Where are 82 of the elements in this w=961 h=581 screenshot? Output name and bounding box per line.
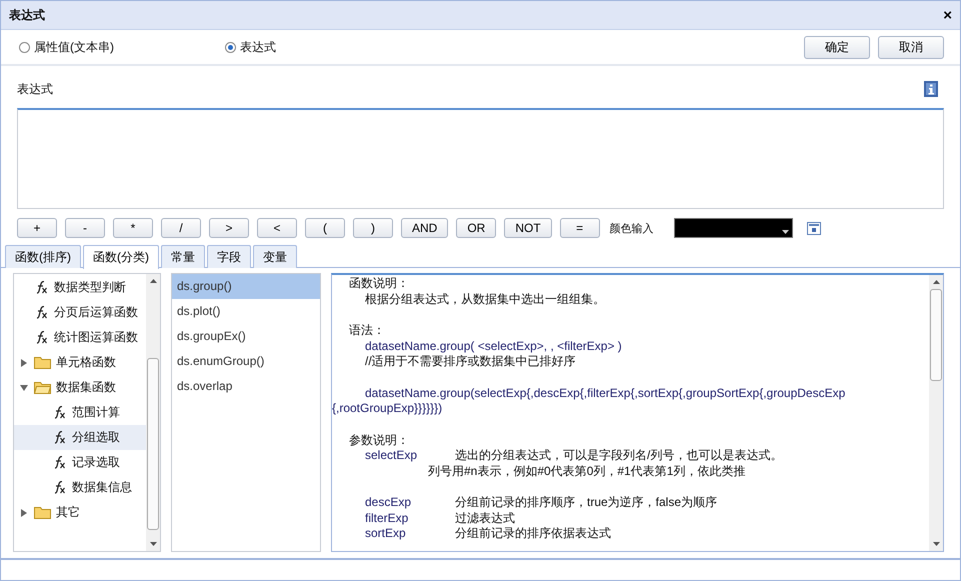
doc-heading: 语法：: [348, 323, 386, 338]
operator-button[interactable]: <: [257, 218, 297, 238]
function-icon: [34, 331, 49, 344]
tree-item[interactable]: 数据集函数: [14, 375, 146, 400]
collapsed-arrow-icon[interactable]: [20, 358, 28, 366]
doc-heading: 参数说明：: [348, 432, 410, 448]
scrollbar[interactable]: [146, 274, 160, 551]
function-icon: [52, 406, 67, 419]
radio-label[interactable]: 属性值(文本串): [34, 38, 114, 56]
tree-item[interactable]: 分组选取: [14, 425, 146, 450]
function-item[interactable]: ds.plot(): [172, 299, 320, 324]
operator-button[interactable]: (: [305, 218, 345, 238]
expression-input[interactable]: [17, 108, 944, 209]
operator-button[interactable]: =: [560, 218, 600, 238]
function-item[interactable]: ds.overlap: [172, 374, 320, 399]
operator-button[interactable]: -: [65, 218, 105, 238]
tree-item[interactable]: 数据集信息: [14, 475, 146, 500]
expression-label: 表达式: [17, 80, 53, 98]
window-title: 表达式: [9, 6, 45, 24]
function-icon: [34, 281, 49, 294]
param-desc: 选出的分组表达式，可以是字段列名/列号，也可以是表达式。: [455, 448, 782, 464]
tab[interactable]: 函数(分类): [83, 245, 159, 269]
param-name: filterExp: [365, 510, 410, 526]
radio-button[interactable]: [225, 42, 236, 52]
param-desc: 列号用#n表示，例如#0代表第0列，#1代表第1列，依此类推: [427, 464, 746, 479]
folder-icon: [34, 506, 51, 519]
tree-item[interactable]: 单元格函数: [14, 350, 146, 375]
palette-grid-icon[interactable]: [806, 222, 821, 234]
doc-code: datasetName.group(selectExp{,descExp{,filterExp{,sortExp{,groupSortExp{,groupDescExp {,rootGroupExp}}}}}}): [332, 386, 846, 416]
param-desc: 分组前记录的排序依据表达式: [455, 526, 611, 542]
scroll-down-arrow-icon[interactable]: [150, 542, 156, 546]
tree-item[interactable]: 记录选取: [14, 450, 146, 475]
tree-item[interactable]: 范围计算: [14, 400, 146, 425]
function-item[interactable]: ds.groupEx(): [172, 324, 320, 349]
tree-item[interactable]: 统计图运算函数: [14, 325, 146, 350]
param-name: selectExp: [365, 448, 418, 464]
function-icon: [52, 456, 67, 469]
operator-button[interactable]: >: [209, 218, 249, 238]
function-item[interactable]: ds.group(): [172, 274, 320, 299]
operator-button[interactable]: OR: [456, 218, 496, 238]
doc-text: //适用于不需要排序或数据集中已排好序: [364, 354, 577, 370]
operator-button[interactable]: +: [17, 218, 57, 238]
color-dropdown[interactable]: [674, 218, 793, 238]
folder-icon: [34, 356, 51, 369]
tab[interactable]: 函数(排序): [5, 245, 81, 268]
tree-item[interactable]: 其它: [14, 500, 146, 525]
tab[interactable]: 字段: [207, 245, 251, 268]
operator-button[interactable]: ): [353, 218, 393, 238]
function-icon: [34, 306, 49, 319]
doc-text: 根据分组表达式，从数据集中选出一组组集。: [364, 292, 606, 307]
doc-code: datasetName.group( <selectExp>, , <filterExp> ): [364, 338, 623, 354]
doc-heading: 函数说明：: [348, 276, 410, 292]
param-name: descExp: [365, 495, 412, 510]
tab[interactable]: 常量: [161, 245, 205, 268]
expanded-arrow-icon[interactable]: [20, 384, 28, 392]
scrollbar[interactable]: [929, 275, 943, 551]
operator-button[interactable]: *: [113, 218, 153, 238]
function-item[interactable]: ds.enumGroup(): [172, 349, 320, 374]
function-icon: [52, 431, 67, 444]
function-icon: [52, 481, 67, 494]
info-icon[interactable]: [924, 81, 938, 97]
folder-icon: [34, 381, 51, 394]
close-button[interactable]: ×: [941, 6, 954, 24]
operator-button[interactable]: AND: [401, 218, 448, 238]
dropdown-arrow-icon: [782, 230, 789, 234]
radio-button[interactable]: [19, 42, 30, 52]
param-desc: 过滤表达式: [455, 510, 515, 526]
param-desc: 分组前记录的排序顺序，true为逆序，false为顺序: [455, 495, 718, 510]
param-name: sortExp: [365, 526, 407, 542]
tab[interactable]: 变量: [253, 245, 297, 268]
radio-label[interactable]: 表达式: [240, 38, 276, 56]
dialog-button[interactable]: 确定: [804, 36, 870, 58]
scroll-up-arrow-icon[interactable]: [150, 279, 156, 283]
scroll-up-arrow-icon[interactable]: [932, 280, 940, 284]
tree-item[interactable]: 数据类型判断: [14, 275, 146, 300]
scroll-down-arrow-icon[interactable]: [932, 542, 940, 546]
color-input-label: 颜色输入: [610, 222, 654, 236]
dialog-button[interactable]: 取消: [878, 36, 944, 58]
tree-item[interactable]: 分页后运算函数: [14, 300, 146, 325]
operator-button[interactable]: NOT: [504, 218, 552, 238]
operator-button[interactable]: /: [161, 218, 201, 238]
collapsed-arrow-icon[interactable]: [20, 508, 28, 516]
